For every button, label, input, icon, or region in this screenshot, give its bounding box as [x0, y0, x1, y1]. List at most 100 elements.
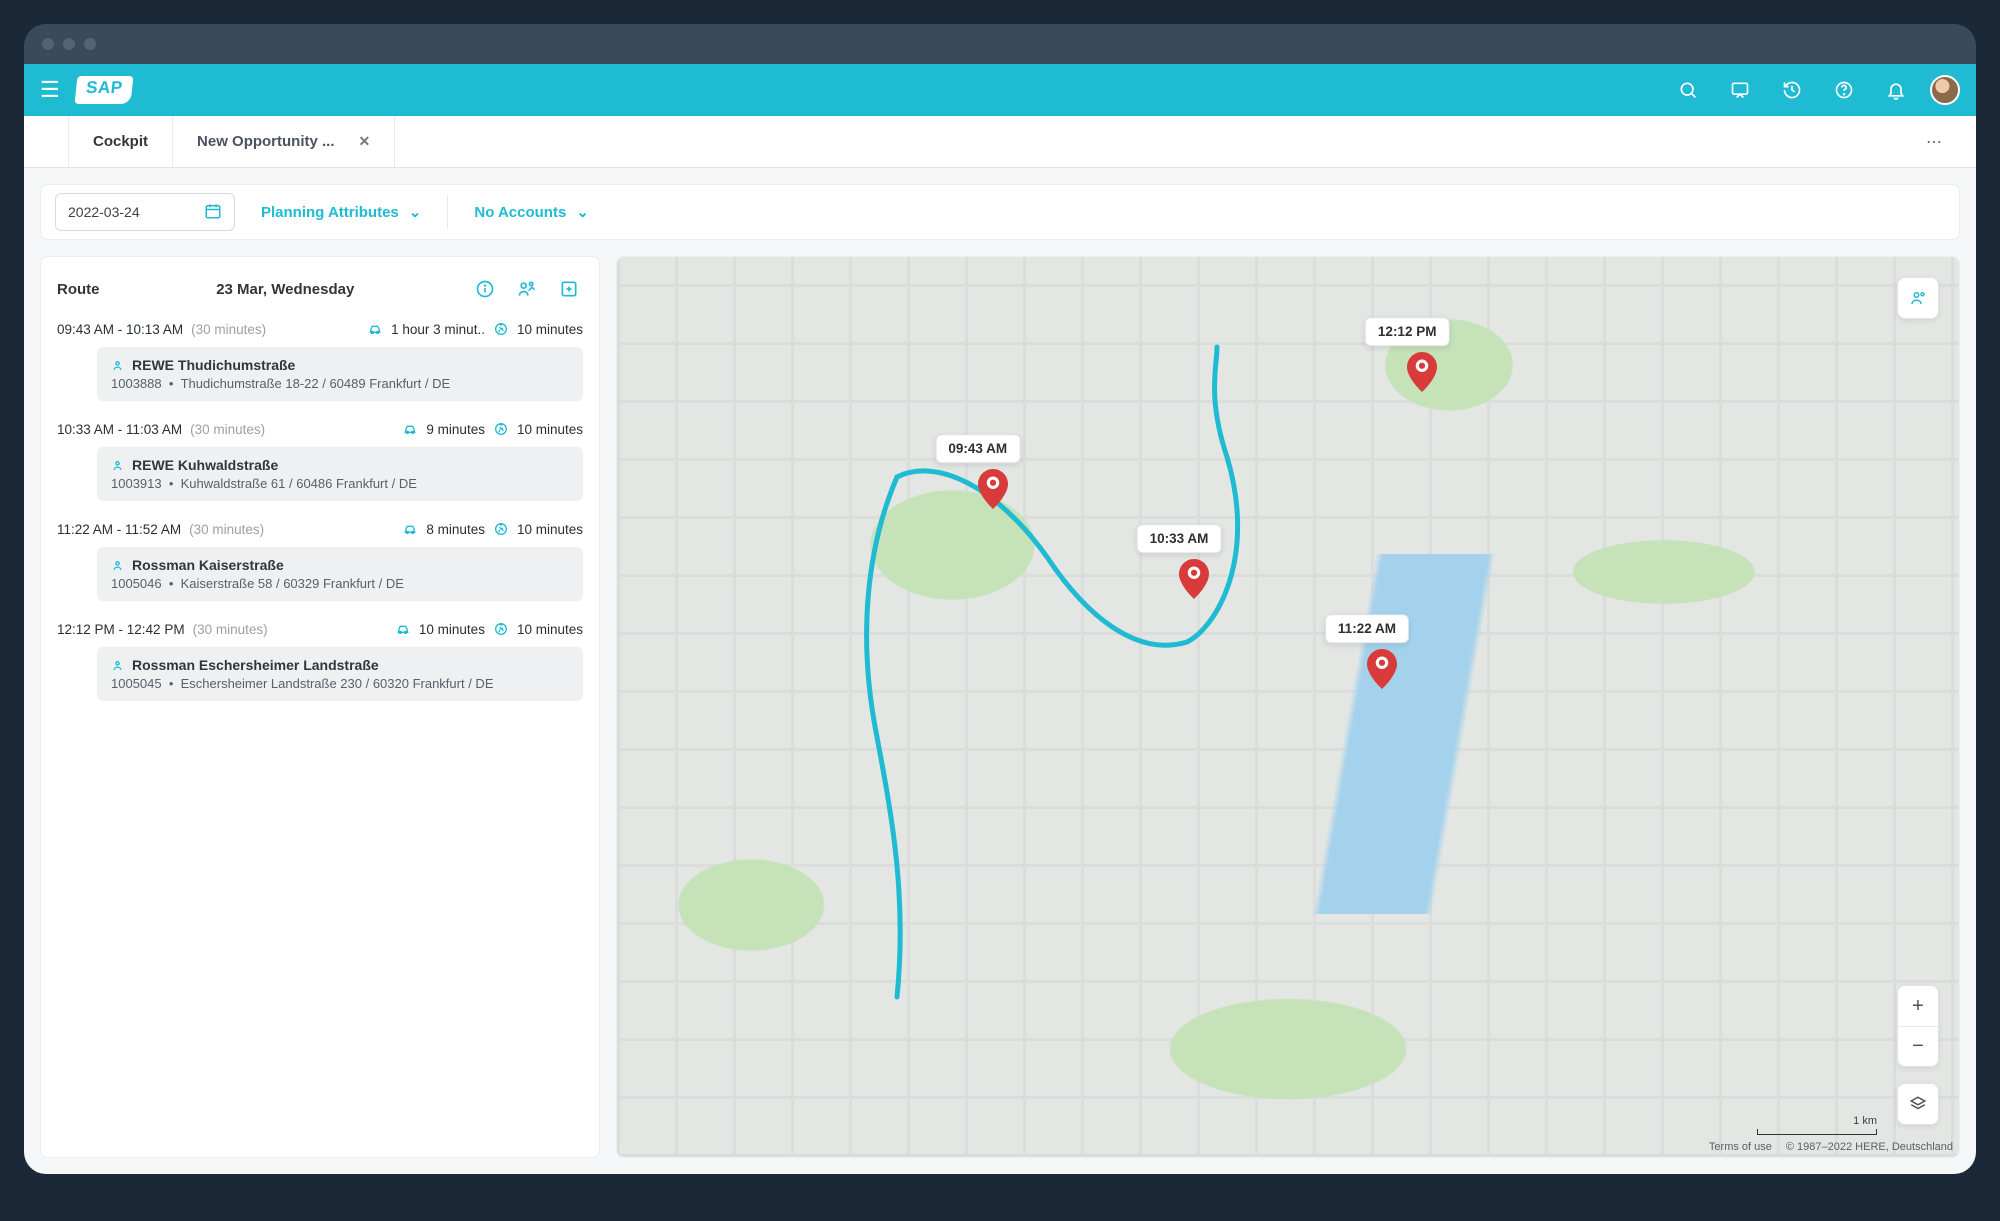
tabbar: Cockpit New Opportunity ... ✕ ⋯ — [24, 116, 1976, 168]
zoom-out-button[interactable]: − — [1898, 1026, 1938, 1066]
stop-time-range: 10:33 AM - 11:03 AM — [57, 422, 182, 437]
stop-card[interactable]: REWE Kuhwaldstraße 1003913 • Kuhwaldstra… — [97, 447, 583, 501]
tab-label: Cockpit — [93, 133, 148, 150]
window-dot — [42, 38, 54, 50]
stop-address: 1003888 • Thudichumstraße 18-22 / 60489 … — [111, 376, 569, 391]
people-route-icon[interactable] — [513, 275, 541, 303]
walk-icon — [493, 421, 509, 437]
person-icon — [111, 659, 124, 672]
pin-icon — [1407, 352, 1437, 392]
drive-time: 1 hour 3 minut.. — [391, 322, 485, 337]
route-stop: 11:22 AM - 11:52 AM (30 minutes) 8 minut… — [57, 521, 583, 601]
stop-duration: (30 minutes) — [193, 622, 268, 637]
tab-opportunity[interactable]: New Opportunity ... ✕ — [173, 116, 395, 167]
walk-time: 10 minutes — [517, 622, 583, 637]
stop-time-range: 11:22 AM - 11:52 AM — [57, 522, 181, 537]
chevron-down-icon: ⌄ — [409, 203, 422, 221]
route-stop: 12:12 PM - 12:42 PM (30 minutes) 10 minu… — [57, 621, 583, 701]
zoom-in-button[interactable]: + — [1898, 986, 1938, 1026]
menu-button[interactable]: ☰ — [40, 77, 60, 103]
pin-label: 11:22 AM — [1325, 614, 1409, 643]
map-attribution: Terms of use © 1987–2022 HERE, Deutschla… — [1709, 1141, 1953, 1153]
pin-icon — [978, 469, 1008, 509]
stop-duration: (30 minutes) — [190, 422, 265, 437]
map-layers[interactable] — [1897, 1083, 1939, 1125]
terms-link[interactable]: Terms of use — [1709, 1141, 1772, 1153]
pin-label: 12:12 PM — [1365, 317, 1450, 346]
map-pin[interactable]: 12:12 PM — [1407, 352, 1437, 392]
car-icon — [402, 521, 418, 537]
tab-label: New Opportunity ... — [197, 133, 335, 150]
help-icon[interactable] — [1826, 72, 1862, 108]
stop-card[interactable]: Rossman Kaiserstraße 1005046 • Kaiserstr… — [97, 547, 583, 601]
stop-name: REWE Kuhwaldstraße — [132, 457, 278, 473]
divider — [447, 195, 448, 229]
sap-logo: SAP — [74, 76, 133, 104]
avatar[interactable] — [1930, 75, 1960, 105]
stop-time-range: 09:43 AM - 10:13 AM — [57, 322, 183, 337]
topbar: ☰ SAP — [24, 64, 1976, 116]
person-icon — [111, 359, 124, 372]
stop-address: 1005046 • Kaiserstraße 58 / 60329 Frankf… — [111, 576, 569, 591]
walk-icon — [493, 621, 509, 637]
drive-time: 9 minutes — [426, 422, 485, 437]
layers-icon[interactable] — [1898, 1084, 1938, 1124]
person-icon — [111, 559, 124, 572]
pin-icon — [1179, 559, 1209, 599]
stop-duration: (30 minutes) — [189, 522, 264, 537]
copyright-text: © 1987–2022 HERE, Deutschland — [1786, 1141, 1953, 1153]
date-input[interactable]: 2022-03-24 — [55, 193, 235, 231]
planning-attributes-button[interactable]: Planning Attributes ⌄ — [247, 193, 435, 231]
window-dot — [84, 38, 96, 50]
search-icon[interactable] — [1670, 72, 1706, 108]
stop-card[interactable]: REWE Thudichumstraße 1003888 • Thudichum… — [97, 347, 583, 401]
stop-name: Rossman Eschersheimer Landstraße — [132, 657, 379, 673]
drive-time: 8 minutes — [426, 522, 485, 537]
car-icon — [395, 621, 411, 637]
person-icon[interactable] — [1898, 278, 1938, 318]
map-user-locate[interactable] — [1897, 277, 1939, 319]
person-icon — [111, 459, 124, 472]
map-scale: 1 km — [1757, 1115, 1877, 1135]
window-titlebar — [24, 24, 1976, 64]
window-dot — [63, 38, 75, 50]
map-pin[interactable]: 10:33 AM — [1179, 559, 1209, 599]
route-path — [617, 257, 1959, 1157]
map[interactable]: 09:43 AM 10:33 AM 11:22 AM 12:12 PM + − 1 k… — [616, 256, 1960, 1158]
bell-icon[interactable] — [1878, 72, 1914, 108]
map-zoom: + − — [1897, 985, 1939, 1067]
stop-card[interactable]: Rossman Eschersheimer Landstraße 1005045… — [97, 647, 583, 701]
date-value: 2022-03-24 — [68, 204, 140, 220]
route-stop: 09:43 AM - 10:13 AM (30 minutes) 1 hour … — [57, 321, 583, 401]
add-panel-icon[interactable] — [555, 275, 583, 303]
route-sidebar: Route 23 Mar, Wednesday 09:43 AM - 10:13… — [40, 256, 600, 1158]
walk-time: 10 minutes — [517, 422, 583, 437]
chevron-down-icon: ⌄ — [576, 203, 589, 221]
stop-duration: (30 minutes) — [191, 322, 266, 337]
route-title: Route — [57, 281, 100, 298]
stop-name: Rossman Kaiserstraße — [132, 557, 284, 573]
more-button[interactable]: ⋯ — [1908, 116, 1960, 167]
walk-time: 10 minutes — [517, 522, 583, 537]
stop-address: 1005045 • Eschersheimer Landstraße 230 /… — [111, 676, 569, 691]
stop-address: 1003913 • Kuhwaldstraße 61 / 60486 Frank… — [111, 476, 569, 491]
info-icon[interactable] — [471, 275, 499, 303]
walk-icon — [493, 321, 509, 337]
filter-label: Planning Attributes — [261, 204, 399, 221]
no-accounts-button[interactable]: No Accounts ⌄ — [460, 193, 603, 231]
car-icon — [402, 421, 418, 437]
map-pin[interactable]: 11:22 AM — [1367, 649, 1397, 689]
stop-name: REWE Thudichumstraße — [132, 357, 295, 373]
tab-cockpit[interactable]: Cockpit — [68, 116, 173, 167]
chat-icon[interactable] — [1722, 72, 1758, 108]
filterbar: 2022-03-24 Planning Attributes ⌄ No Acco… — [40, 184, 1960, 240]
pin-label: 10:33 AM — [1137, 524, 1222, 553]
close-icon[interactable]: ✕ — [359, 133, 371, 150]
filter-label: No Accounts — [474, 204, 566, 221]
stop-time-range: 12:12 PM - 12:42 PM — [57, 622, 185, 637]
map-pin[interactable]: 09:43 AM — [978, 469, 1008, 509]
walk-time: 10 minutes — [517, 322, 583, 337]
history-icon[interactable] — [1774, 72, 1810, 108]
drive-time: 10 minutes — [419, 622, 485, 637]
pin-label: 09:43 AM — [935, 434, 1020, 463]
